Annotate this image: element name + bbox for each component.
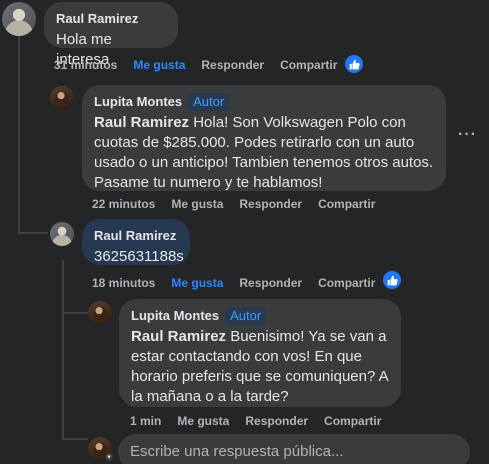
comment-author[interactable]: Raul Ramirez	[94, 228, 176, 243]
comment-author[interactable]: Raul Ramirez	[56, 11, 138, 26]
comment-bubble: Raul Ramirez Hola me interesa	[44, 2, 178, 68]
mention[interactable]: Raul Ramirez	[94, 114, 189, 131]
reply-input[interactable]	[118, 434, 470, 464]
comment-text: Raul Ramirez Hola! Son Volkswagen Polo c…	[94, 114, 434, 191]
like-button[interactable]: Me gusta	[171, 276, 223, 290]
reply-button[interactable]: Responder	[239, 197, 302, 211]
like-button[interactable]: Me gusta	[171, 197, 223, 211]
comment-actions: 31 minutos Me gusta Responder Compartir	[54, 57, 337, 73]
comment-time[interactable]: 18 minutos	[92, 276, 155, 290]
thread-connector-reply-1	[18, 232, 48, 234]
thread-line-nested	[62, 260, 64, 440]
avatar[interactable]	[50, 222, 74, 246]
share-button[interactable]: Compartir	[324, 414, 381, 428]
comment-author[interactable]: Lupita Montes	[94, 94, 182, 109]
like-button[interactable]: Me gusta	[177, 414, 229, 428]
more-options-icon[interactable]: ···	[458, 126, 477, 144]
comment-bubble: Lupita Montes Autor Raul Ramirez Buenisim…	[119, 299, 401, 407]
share-button[interactable]: Compartir	[280, 58, 337, 72]
comment-actions: 1 min Me gusta Responder Compartir	[130, 413, 381, 429]
chevron-down-icon[interactable]: ▾	[104, 452, 114, 462]
comment-author[interactable]: Lupita Montes	[131, 308, 219, 323]
share-button[interactable]: Compartir	[318, 197, 375, 211]
avatar[interactable]	[50, 86, 74, 110]
comment-text: Raul Ramirez Buenisimo! Ya se van a esta…	[131, 328, 388, 405]
share-button[interactable]: Compartir	[318, 276, 375, 290]
comment-actions: 18 minutos Me gusta Responder Compartir	[92, 275, 375, 291]
like-button[interactable]: Me gusta	[133, 58, 185, 72]
comment-time[interactable]: 31 minutos	[54, 58, 117, 72]
author-badge: Autor	[225, 307, 267, 325]
comment-text: 3625631188s	[94, 248, 184, 265]
comment-bubble: Raul Ramirez 3625631188s	[82, 219, 190, 265]
thread-connector-reply-box	[62, 438, 88, 440]
avatar[interactable]	[2, 2, 36, 36]
thumbs-up-icon[interactable]	[383, 271, 401, 289]
reply-button[interactable]: Responder	[201, 58, 264, 72]
comment-actions: 22 minutos Me gusta Responder Compartir	[92, 196, 375, 212]
thumbs-up-icon[interactable]	[345, 55, 363, 73]
comment-time[interactable]: 22 minutos	[92, 197, 155, 211]
thread-line-main	[18, 36, 20, 232]
mention[interactable]: Raul Ramirez	[131, 328, 226, 345]
reply-button[interactable]: Responder	[245, 414, 308, 428]
comment-time[interactable]: 1 min	[130, 414, 161, 428]
avatar[interactable]	[88, 301, 112, 325]
author-badge: Autor	[188, 93, 230, 111]
reply-button[interactable]: Responder	[239, 276, 302, 290]
comment-bubble: Lupita Montes Autor Raul Ramirez Hola! So…	[82, 85, 446, 191]
thread-connector-reply-2	[62, 312, 88, 314]
